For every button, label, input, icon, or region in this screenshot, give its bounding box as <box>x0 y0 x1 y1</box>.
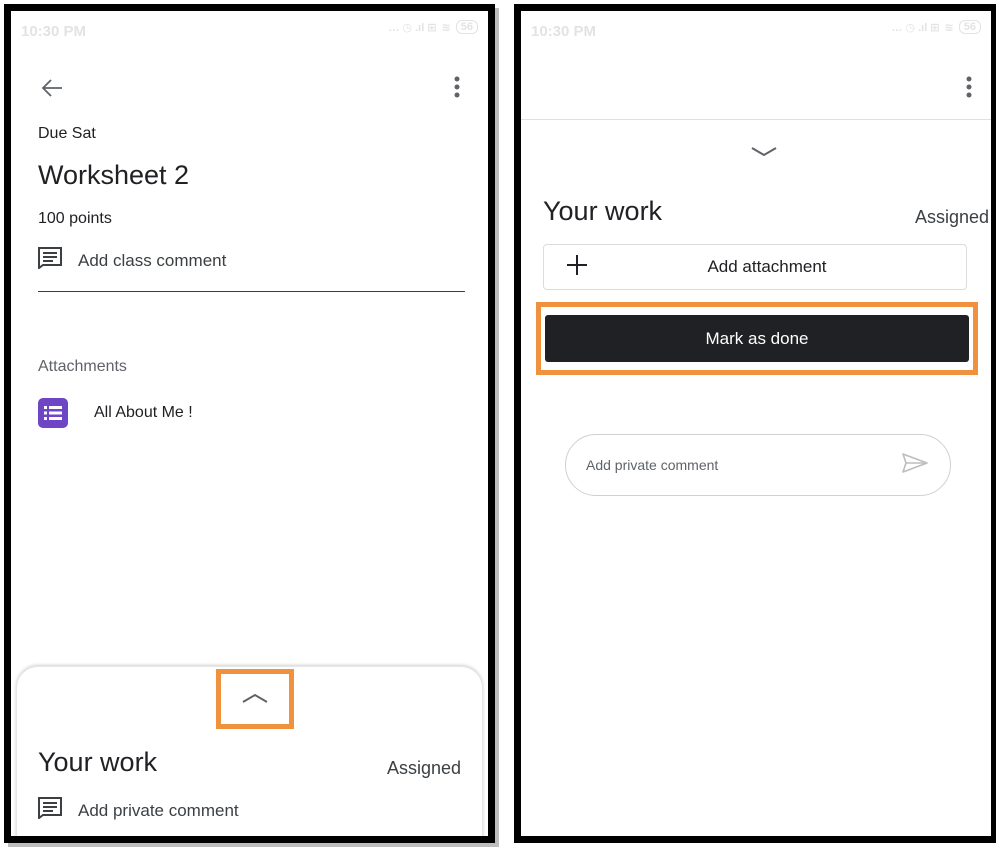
attachment-item[interactable]: All About Me ! <box>38 398 193 428</box>
more-vert-icon[interactable] <box>954 71 984 103</box>
private-comment-placeholder: Add private comment <box>586 457 719 473</box>
wifi-icon: ≋ <box>441 21 451 34</box>
assignment-title: Worksheet 2 <box>38 160 190 190</box>
status-icons: … ◷ .ıl ⊞ ≋ 56 <box>388 20 478 34</box>
status-icons: … ◷ .ıl ⊞ ≋ 56 <box>891 20 981 34</box>
status-time: 10:30 PM <box>531 23 597 40</box>
more-vert-icon[interactable] <box>442 71 472 103</box>
right-screen: 10:30 PM … ◷ .ıl ⊞ ≋ 56 Your work Assign… <box>514 4 996 843</box>
expand-sheet-button[interactable] <box>216 669 294 729</box>
battery-indicator: 56 <box>958 20 981 34</box>
signal-icon: … ◷ .ıl ⊞ <box>388 21 437 34</box>
battery-indicator: 56 <box>455 20 478 34</box>
wifi-icon: ≋ <box>944 21 954 34</box>
assignment-points: 100 points <box>38 210 112 227</box>
your-work-heading: Your work <box>38 747 158 777</box>
status-bar: 10:30 PM … ◷ .ıl ⊞ ≋ 56 <box>531 19 981 43</box>
status-bar: 10:30 PM … ◷ .ıl ⊞ ≋ 56 <box>21 19 478 43</box>
your-work-heading: Your work <box>543 196 663 226</box>
divider <box>38 291 465 292</box>
left-screen: 10:30 PM … ◷ .ıl ⊞ ≋ 56 Due Sat Workshee… <box>4 4 495 843</box>
chevron-down-icon[interactable] <box>751 144 777 162</box>
plus-icon <box>566 254 588 281</box>
comment-icon <box>38 797 62 824</box>
add-class-comment-label: Add class comment <box>78 250 227 270</box>
comment-icon <box>38 247 62 274</box>
send-icon[interactable] <box>902 452 928 478</box>
attachment-name: All About Me ! <box>94 404 193 421</box>
due-date: Due Sat <box>38 125 96 142</box>
status-time: 10:30 PM <box>21 23 87 40</box>
signal-icon: … ◷ .ıl ⊞ <box>891 21 940 34</box>
back-arrow-icon[interactable] <box>37 73 67 103</box>
chevron-up-icon <box>242 690 268 708</box>
add-class-comment[interactable]: Add class comment <box>38 247 226 274</box>
mark-as-done-button[interactable]: Mark as done <box>545 315 969 362</box>
add-attachment-label: Add attachment <box>707 257 827 276</box>
add-private-comment[interactable]: Add private comment <box>38 797 239 824</box>
private-comment-field[interactable]: Add private comment <box>565 434 951 496</box>
add-private-comment-label: Add private comment <box>78 800 239 820</box>
status-badge: Assigned <box>914 207 989 227</box>
attachments-heading: Attachments <box>38 358 127 375</box>
header-divider <box>521 119 991 120</box>
forms-icon <box>38 398 68 428</box>
add-attachment-button[interactable]: Add attachment <box>543 244 967 290</box>
status-badge: Assigned <box>386 758 461 778</box>
